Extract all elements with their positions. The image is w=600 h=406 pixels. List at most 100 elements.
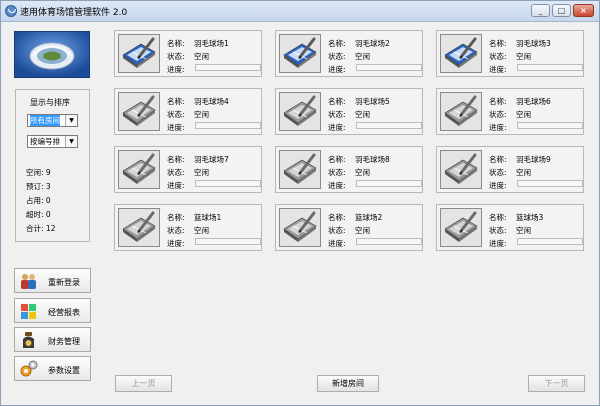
room-status: 空闲 [194,110,209,119]
room-progress-bar [356,238,422,245]
prev-page-button[interactable]: 上一页 [115,375,172,392]
room-card[interactable]: 名称: 羽毛球场8 状态: 空闲进度: [275,146,423,193]
room-progress-bar [195,180,261,187]
room-card[interactable]: 名称: 篮球场2 状态: 空闲 进度: [275,204,423,251]
room-status-row: 状态: 空闲 [489,168,531,177]
room-card[interactable]: 名称: 羽毛球场9 状态: 空闲进度: [436,146,584,193]
room-name-row: 名称: 羽毛球场4 [167,97,229,106]
room-progress-row: 进度: [489,239,507,248]
room-name-row: 名称: 羽毛球场1 [167,39,229,48]
room-name: 羽毛球场2 [355,39,390,48]
chevron-down-icon[interactable]: ▼ [65,136,77,147]
room-progress-row: 进度: [167,181,185,190]
minimize-button[interactable]: _ [531,4,550,17]
room-progress-row: 进度: [328,181,346,190]
room-name: 篮球场3 [516,213,544,222]
room-progress-row: 进度: [167,65,185,74]
court-icon [279,208,321,247]
room-status-row: 状态: 空闲 [167,52,209,61]
court-icon [440,92,482,131]
room-status: 空闲 [194,168,209,177]
room-status: 空闲 [516,52,531,61]
settings-button[interactable]: 参数设置 [14,356,91,381]
court-icon [440,34,482,73]
relogin-button[interactable]: 重新登录 [14,268,91,293]
room-status: 空闲 [194,226,209,235]
room-name: 羽毛球场1 [194,39,229,48]
room-progress-bar [356,180,422,187]
room-progress-bar [356,64,422,71]
finance-button[interactable]: 财务管理 [14,327,91,352]
money-bag-icon [19,331,38,350]
room-progress-row: 进度: [328,239,346,248]
stat-free: 空闲: 9 [26,168,51,177]
room-progress-row: 进度: [489,123,507,132]
room-status: 空闲 [516,168,531,177]
room-name: 篮球场1 [194,213,222,222]
room-card[interactable]: 名称: 羽毛球场2 状态: 空闲 进度: [275,30,423,77]
room-name-row: 名称: 篮球场2 [328,213,383,222]
room-card[interactable]: 名称: 羽毛球场1 状态: 空闲进度: [114,30,262,77]
app-icon [5,5,17,17]
room-progress-bar [195,64,261,71]
room-name-row: 名称: 羽毛球场6 [489,97,551,106]
room-status: 空闲 [355,226,370,235]
room-status-row: 状态: 空闲 [167,168,209,177]
users-icon [19,272,38,291]
court-icon [279,150,321,189]
court-icon [279,34,321,73]
room-name-row: 名称: 篮球场3 [489,213,544,222]
stat-overtime: 超时: 0 [26,210,51,219]
room-status-row: 状态: 空闲 [328,168,370,177]
display-sort-panel: 显示与排序 所有房间 ▼ 按编号排 ▼ 空闲: 9 预订: 3 占用: 0 超时… [15,89,90,242]
room-name-row: 名称: 羽毛球场8 [328,155,390,164]
next-page-button[interactable]: 下一页 [528,375,585,392]
room-name-row: 名称: 羽毛球场2 [328,39,390,48]
room-status: 空闲 [194,52,209,61]
room-progress-row: 进度: [167,123,185,132]
room-card[interactable]: 名称: 羽毛球场6 状态: 空闲 进度: [436,88,584,135]
sort-select[interactable]: 按编号排 ▼ [27,135,78,148]
add-room-button[interactable]: 新增房间 [317,375,379,392]
room-status-row: 状态: 空闲 [167,226,209,235]
room-card[interactable]: 名称: 羽毛球场3 状态: 空闲 进度: [436,30,584,77]
room-name: 羽毛球场7 [194,155,229,164]
chevron-down-icon[interactable]: ▼ [65,115,77,126]
chart-icon [19,302,38,321]
room-name-row: 名称: 羽毛球场9 [489,155,551,164]
close-button[interactable]: × [573,4,594,17]
main-window: 速用体育场馆管理软件 2.0 _ □ × 显示与排序 所有房间 ▼ 按编号排 ▼… [0,0,600,406]
stat-occupied: 占用: 0 [26,196,51,205]
gears-icon [19,360,38,379]
room-status-row: 状态: 空闲 [328,110,370,119]
room-name: 羽毛球场9 [516,155,551,164]
stadium-logo [14,31,90,78]
window-title: 速用体育场馆管理软件 2.0 [20,8,128,18]
room-progress-row: 进度: [328,123,346,132]
room-name: 篮球场2 [355,213,383,222]
stat-booked: 预订: 3 [26,182,51,191]
court-icon [440,208,482,247]
room-card[interactable]: 名称: 羽毛球场4 状态: 空闲 进度: [114,88,262,135]
room-progress-bar [517,238,583,245]
room-name-row: 名称: 篮球场1 [167,213,222,222]
court-icon [118,34,160,73]
room-name: 羽毛球场5 [355,97,390,106]
room-progress-bar [195,122,261,129]
room-progress-row: 进度: [489,181,507,190]
room-card[interactable]: 名称: 篮球场3 状态: 空闲进度: [436,204,584,251]
court-icon [279,92,321,131]
room-status-row: 状态: 空闲 [489,226,531,235]
room-status-row: 状态: 空闲 [489,52,531,61]
room-filter-select[interactable]: 所有房间 ▼ [27,114,78,127]
room-card[interactable]: 名称: 羽毛球场7 状态: 空闲 进度: [114,146,262,193]
room-card[interactable]: 名称: 羽毛球场5 状态: 空闲 进度: [275,88,423,135]
maximize-button[interactable]: □ [552,4,571,17]
room-name: 羽毛球场4 [194,97,229,106]
stat-total: 合计: 12 [26,224,56,233]
room-card[interactable]: 名称: 篮球场1 状态: 空闲 进度: [114,204,262,251]
business-report-button[interactable]: 经营报表 [14,298,91,323]
room-name: 羽毛球场8 [355,155,390,164]
room-progress-bar [517,64,583,71]
room-progress-bar [356,122,422,129]
